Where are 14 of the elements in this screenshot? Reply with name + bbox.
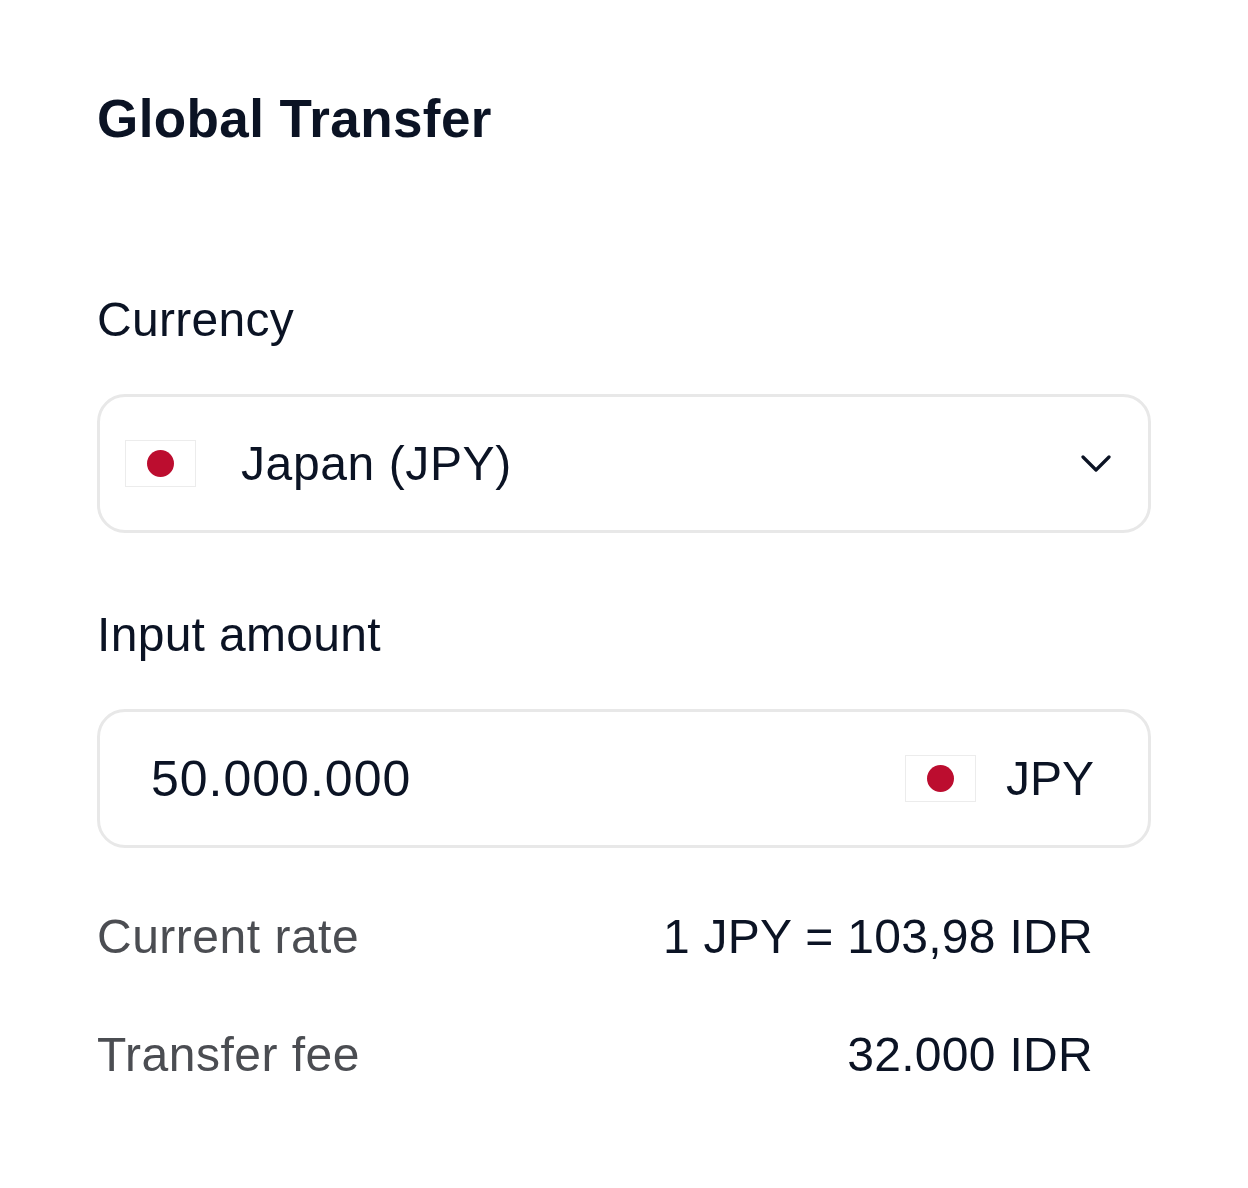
flag-icon [904,755,976,802]
detail-label: Current rate [97,911,360,963]
detail-value: 1 JPY = 103,98 IDR [662,911,1093,963]
page-title: Global Transfer [97,91,492,147]
chevron-down-icon [1081,455,1111,472]
currency-select[interactable]: Japan (JPY) [97,394,1151,533]
flag-icon [125,440,196,487]
amount-value: 50.000.000 [151,750,413,807]
detail-label: Transfer fee [97,1029,360,1081]
amount-field[interactable]: 50.000.000 JPY [97,709,1151,848]
detail-value: 32.000 IDR [847,1029,1093,1081]
field-label: Currency [97,294,295,346]
currency-code: JPY [1005,750,1094,807]
field-label: Input amount [97,609,381,661]
